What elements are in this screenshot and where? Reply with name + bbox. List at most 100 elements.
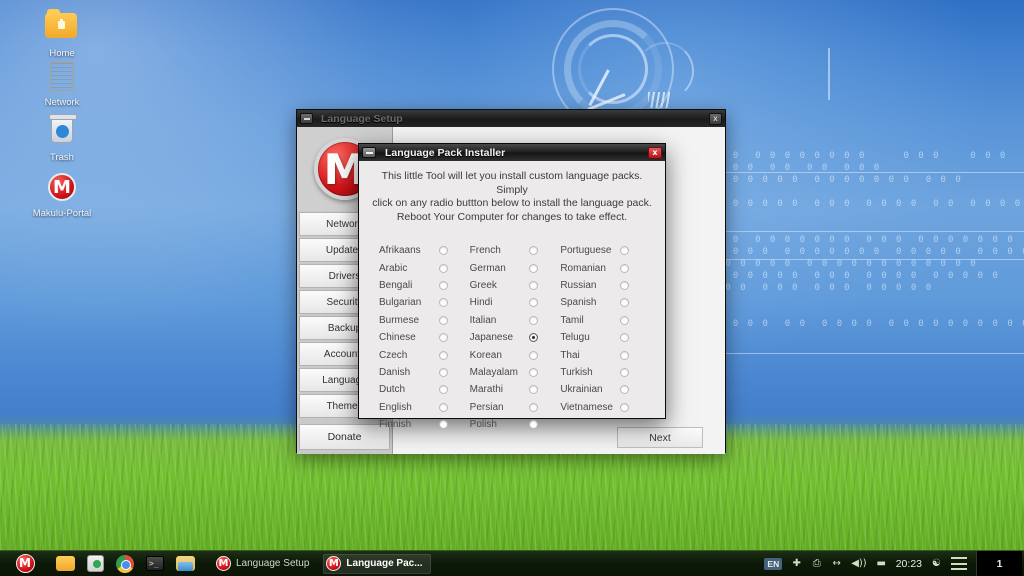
language-option-dutch[interactable]: Dutch xyxy=(379,381,470,398)
language-radio-malayalam[interactable] xyxy=(529,367,539,377)
language-option-ukrainian[interactable]: Ukrainian xyxy=(560,381,651,398)
language-radio-french[interactable] xyxy=(529,246,539,256)
keyboard-layout-indicator[interactable]: EN xyxy=(764,551,783,576)
desktop-icon-label: Makulu-Portal xyxy=(32,208,92,219)
language-radio-telugu[interactable] xyxy=(619,333,629,343)
language-option-tamil[interactable]: Tamil xyxy=(560,312,651,329)
language-option-hindi[interactable]: Hindi xyxy=(470,294,561,311)
language-radio-arabic[interactable] xyxy=(438,263,448,273)
language-option-spanish[interactable]: Spanish xyxy=(560,294,651,311)
language-option-romanian[interactable]: Romanian xyxy=(560,259,651,276)
language-option-greek[interactable]: Greek xyxy=(470,277,561,294)
language-option-malayalam[interactable]: Malayalam xyxy=(470,364,561,381)
language-radio-persian[interactable] xyxy=(529,402,539,412)
language-radio-italian[interactable] xyxy=(529,315,539,325)
language-option-japanese[interactable]: Japanese xyxy=(470,329,561,346)
language-radio-korean[interactable] xyxy=(529,350,539,360)
workspace-switcher[interactable]: 1 xyxy=(976,550,1022,576)
language-option-russian[interactable]: Russian xyxy=(560,277,651,294)
language-radio-spanish[interactable] xyxy=(619,298,629,308)
language-radio-romanian[interactable] xyxy=(619,263,629,273)
language-radio-tamil[interactable] xyxy=(619,315,629,325)
menu-icon[interactable] xyxy=(951,551,967,576)
language-option-french[interactable]: French xyxy=(470,242,561,259)
chrome-browser-icon[interactable] xyxy=(114,553,136,575)
language-radio-german[interactable] xyxy=(529,263,539,273)
language-option-portuguese[interactable]: Portuguese xyxy=(560,242,651,259)
language-radio-greek[interactable] xyxy=(529,280,539,290)
language-radio-czech[interactable] xyxy=(438,350,448,360)
language-option-korean[interactable]: Korean xyxy=(470,346,561,363)
software-center-icon[interactable] xyxy=(84,553,106,575)
language-option-burmese[interactable]: Burmese xyxy=(379,312,470,329)
language-radio-hindi[interactable] xyxy=(529,298,539,308)
language-option-telugu[interactable]: Telugu xyxy=(560,329,651,346)
makulu-logo-icon: M xyxy=(326,556,342,571)
sidebar-item-label: Backup xyxy=(327,322,362,334)
language-radio-russian[interactable] xyxy=(619,280,629,290)
language-radio-burmese[interactable] xyxy=(438,315,448,325)
language-radio-english[interactable] xyxy=(438,402,448,412)
bluetooth-icon[interactable]: ✚ xyxy=(791,551,802,576)
language-radio-danish[interactable] xyxy=(438,367,448,377)
language-option-czech[interactable]: Czech xyxy=(379,346,470,363)
network-icon[interactable]: ↔ xyxy=(831,551,842,576)
accessibility-icon[interactable]: ☯ xyxy=(931,551,942,576)
battery-icon[interactable]: ▬ xyxy=(876,551,887,576)
clock[interactable]: 20:23 xyxy=(896,551,922,576)
language-option-english[interactable]: English xyxy=(379,399,470,416)
volume-icon[interactable]: ◀)) xyxy=(851,551,867,576)
language-radio-thai[interactable] xyxy=(619,350,629,360)
language-option-persian[interactable]: Persian xyxy=(470,399,561,416)
language-option-arabic[interactable]: Arabic xyxy=(379,259,470,276)
language-radio-portuguese[interactable] xyxy=(619,246,629,256)
terminal-icon[interactable]: >_ xyxy=(144,553,166,575)
language-radio-marathi[interactable] xyxy=(529,385,539,395)
close-icon[interactable]: x xyxy=(648,146,662,159)
language-option-german[interactable]: German xyxy=(470,259,561,276)
desktop-icon-home[interactable]: Home xyxy=(18,8,106,59)
language-radio-finnish[interactable] xyxy=(438,420,448,430)
language-option-label: Ukrainian xyxy=(560,384,603,396)
language-setup-titlebar[interactable]: Language Setup x xyxy=(297,110,725,127)
desktop-icon-network[interactable]: Network xyxy=(18,60,106,108)
language-option-bulgarian[interactable]: Bulgarian xyxy=(379,294,470,311)
language-option-chinese[interactable]: Chinese xyxy=(379,329,470,346)
window-menu-icon[interactable] xyxy=(362,147,376,158)
language-radio-bengali[interactable] xyxy=(438,280,448,290)
language-option-thai[interactable]: Thai xyxy=(560,346,651,363)
language-option-danish[interactable]: Danish xyxy=(379,364,470,381)
language-radio-bulgarian[interactable] xyxy=(438,298,448,308)
installer-titlebar[interactable]: Language Pack Installer x xyxy=(359,144,665,161)
language-radio-dutch[interactable] xyxy=(438,385,448,395)
language-radio-polish[interactable] xyxy=(529,420,539,430)
language-option-vietnamese[interactable]: Vietnamese xyxy=(560,399,651,416)
language-option-turkish[interactable]: Turkish xyxy=(560,364,651,381)
desktop-icon-makulu-portal[interactable]: M Makulu-Portal xyxy=(18,170,106,219)
taskbar-window-language-setup[interactable]: M Language Setup xyxy=(213,554,317,574)
makulu-menu-icon[interactable]: M xyxy=(14,553,36,575)
language-radio-vietnamese[interactable] xyxy=(619,402,629,412)
language-option-afrikaans[interactable]: Afrikaans xyxy=(379,242,470,259)
taskbar-window-language-pack-installer[interactable]: M Language Pac... xyxy=(323,553,431,574)
language-option-italian[interactable]: Italian xyxy=(470,312,561,329)
language-radio-afrikaans[interactable] xyxy=(438,246,448,256)
wallpaper-clock-ticks xyxy=(648,92,670,108)
language-radio-chinese[interactable] xyxy=(438,333,448,343)
desktop-icon-trash[interactable]: Trash xyxy=(18,113,106,163)
language-option-bengali[interactable]: Bengali xyxy=(379,277,470,294)
close-icon[interactable]: x xyxy=(709,112,722,125)
language-option-polish[interactable]: Polish xyxy=(470,416,561,433)
language-option-finnish[interactable]: Finnish xyxy=(379,416,470,433)
file-manager-icon[interactable] xyxy=(174,553,196,575)
window-menu-icon[interactable] xyxy=(300,113,313,124)
printer-icon[interactable]: ⎙ xyxy=(811,551,822,576)
wallpaper-line-2 xyxy=(726,231,1024,232)
language-option-marathi[interactable]: Marathi xyxy=(470,381,561,398)
language-pack-installer-window[interactable]: Language Pack Installer x This little To… xyxy=(358,143,666,430)
folder-launcher-icon[interactable] xyxy=(54,553,76,575)
language-radio-ukrainian[interactable] xyxy=(619,385,629,395)
language-radio-japanese[interactable] xyxy=(529,333,539,343)
system-tray: EN ✚ ⎙ ↔ ◀)) ▬ 20:23 ☯ 1 xyxy=(764,550,1024,576)
language-radio-turkish[interactable] xyxy=(619,367,629,377)
